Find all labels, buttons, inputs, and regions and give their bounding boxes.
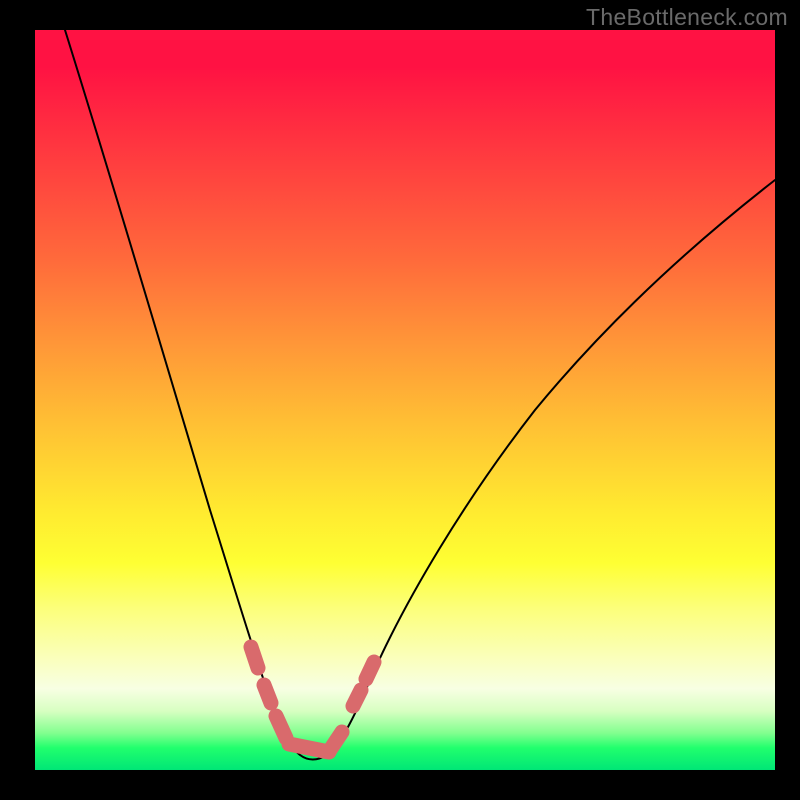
curve-svg (35, 30, 775, 770)
highlight-seg-6 (353, 690, 361, 706)
highlight-seg-2 (264, 685, 271, 703)
highlight-seg-3 (276, 716, 286, 738)
highlight-seg-7 (366, 662, 374, 679)
highlight-seg-5 (330, 732, 342, 750)
highlight-seg-1 (251, 647, 258, 668)
chart-frame: TheBottleneck.com (0, 0, 800, 800)
plot-area (35, 30, 775, 770)
watermark-text: TheBottleneck.com (586, 4, 788, 31)
bottleneck-curve (65, 30, 775, 760)
